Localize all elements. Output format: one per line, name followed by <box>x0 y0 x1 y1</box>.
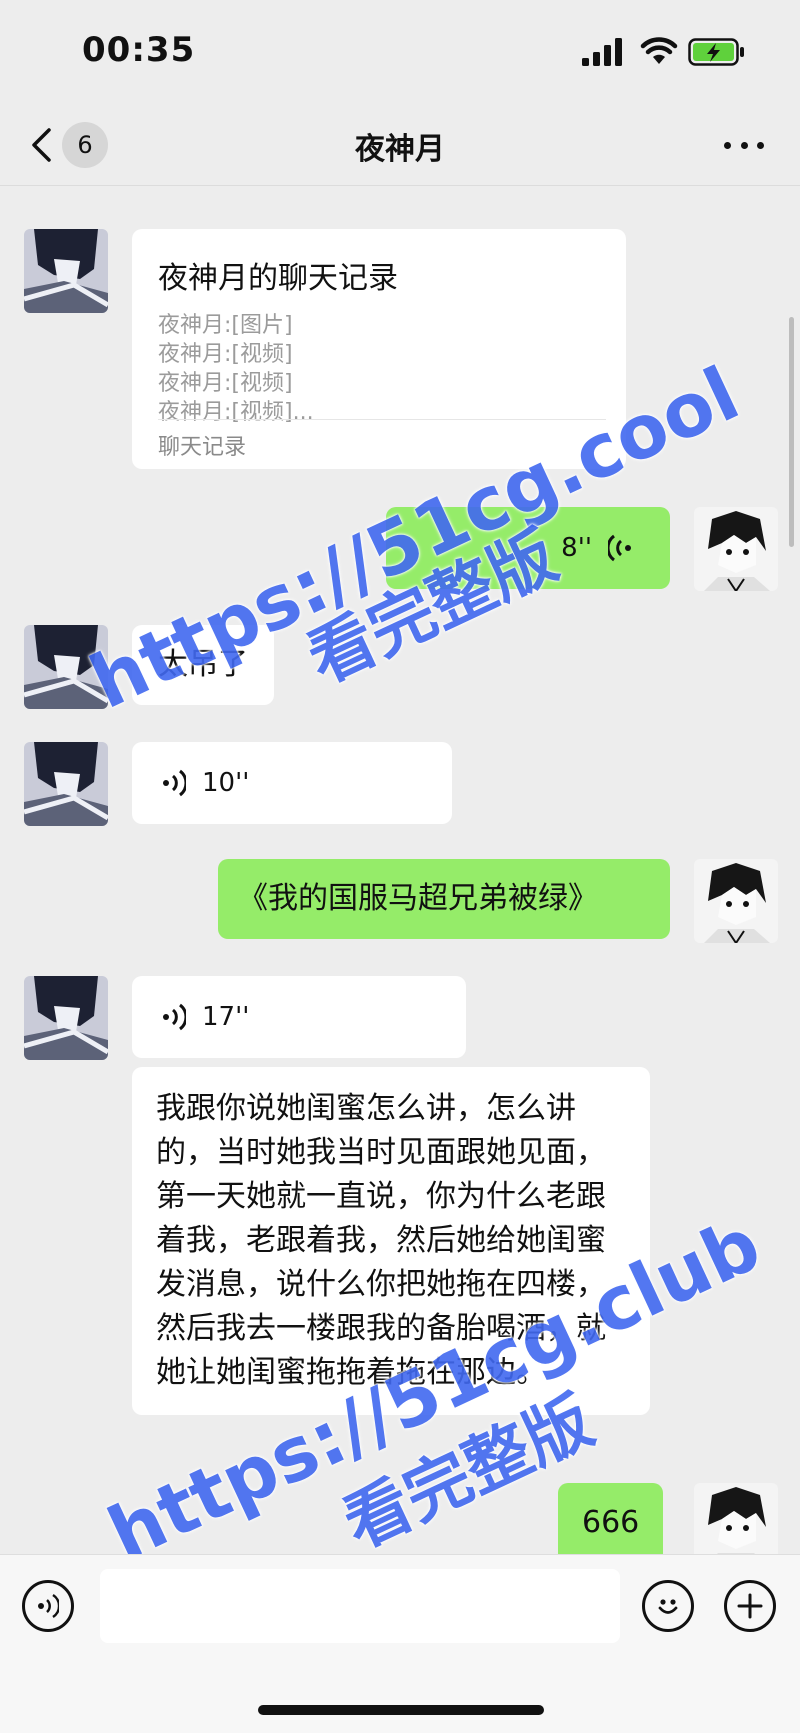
record-line: 夜神月:[视频]... <box>158 400 314 425</box>
voice-duration: 17'' <box>202 1002 250 1032</box>
text-message-sent[interactable]: 《我的国服马超兄弟被绿》 <box>218 859 670 939</box>
record-line: 夜神月:[图片] <box>158 313 293 338</box>
anime-avatar-dark-icon <box>24 742 108 826</box>
scrollbar[interactable] <box>789 317 794 547</box>
dot-icon <box>724 141 731 149</box>
battery-charging-icon <box>688 38 744 66</box>
smiley-icon <box>658 1599 678 1614</box>
more-options-button[interactable] <box>724 130 764 160</box>
voice-wave-icon <box>38 1593 59 1619</box>
anime-avatar-boy-icon <box>694 859 778 943</box>
voice-duration: 10'' <box>202 768 250 798</box>
voice-wave-icon <box>163 769 186 797</box>
record-preview: 夜神月:[图片] 夜神月:[视频] 夜神月:[视频] 夜神月:[视频]... <box>158 311 314 427</box>
status-bar: 00:35 <box>0 0 800 100</box>
record-footer: 聊天记录 <box>158 435 247 460</box>
voice-wave-icon <box>163 1003 186 1031</box>
text-message-sent[interactable]: 666 <box>558 1483 664 1554</box>
message-input[interactable] <box>100 1569 620 1643</box>
anime-avatar-boy-icon <box>694 507 778 591</box>
plus-icon <box>737 1593 763 1619</box>
voice-input-button[interactable] <box>22 1580 74 1632</box>
dot-icon <box>740 141 748 149</box>
record-line: 夜神月:[视频] <box>158 342 293 367</box>
avatar-contact[interactable] <box>24 742 108 826</box>
avatar-contact[interactable] <box>24 229 108 313</box>
avatar-self[interactable] <box>694 859 778 943</box>
nav-bar: 6 夜神月 <box>0 100 800 186</box>
emoji-button[interactable] <box>642 1580 694 1632</box>
voice-duration: 8'' <box>561 533 592 563</box>
anime-avatar-dark-icon <box>24 976 108 1060</box>
avatar-contact[interactable] <box>24 976 108 1060</box>
more-actions-button[interactable] <box>724 1580 776 1632</box>
anime-avatar-boy-icon <box>694 1483 778 1554</box>
divider <box>158 419 606 420</box>
record-title: 夜神月的聊天记录 <box>158 261 398 296</box>
home-indicator[interactable] <box>258 1705 544 1715</box>
voice-message-received[interactable]: 10'' <box>132 742 452 824</box>
voice-message-received[interactable]: 17'' <box>132 976 466 1058</box>
status-time: 00:35 <box>82 30 196 70</box>
cellular-signal-icon <box>582 38 622 66</box>
input-bar <box>0 1554 800 1733</box>
avatar-self[interactable] <box>694 1483 778 1554</box>
wifi-icon <box>640 37 678 64</box>
anime-avatar-dark-icon <box>24 229 108 313</box>
chat-title: 夜神月 <box>355 132 445 167</box>
dot-icon <box>757 141 764 149</box>
record-line: 夜神月:[视频] <box>158 371 293 396</box>
voice-wave-icon <box>608 534 631 562</box>
avatar-self[interactable] <box>694 507 778 591</box>
